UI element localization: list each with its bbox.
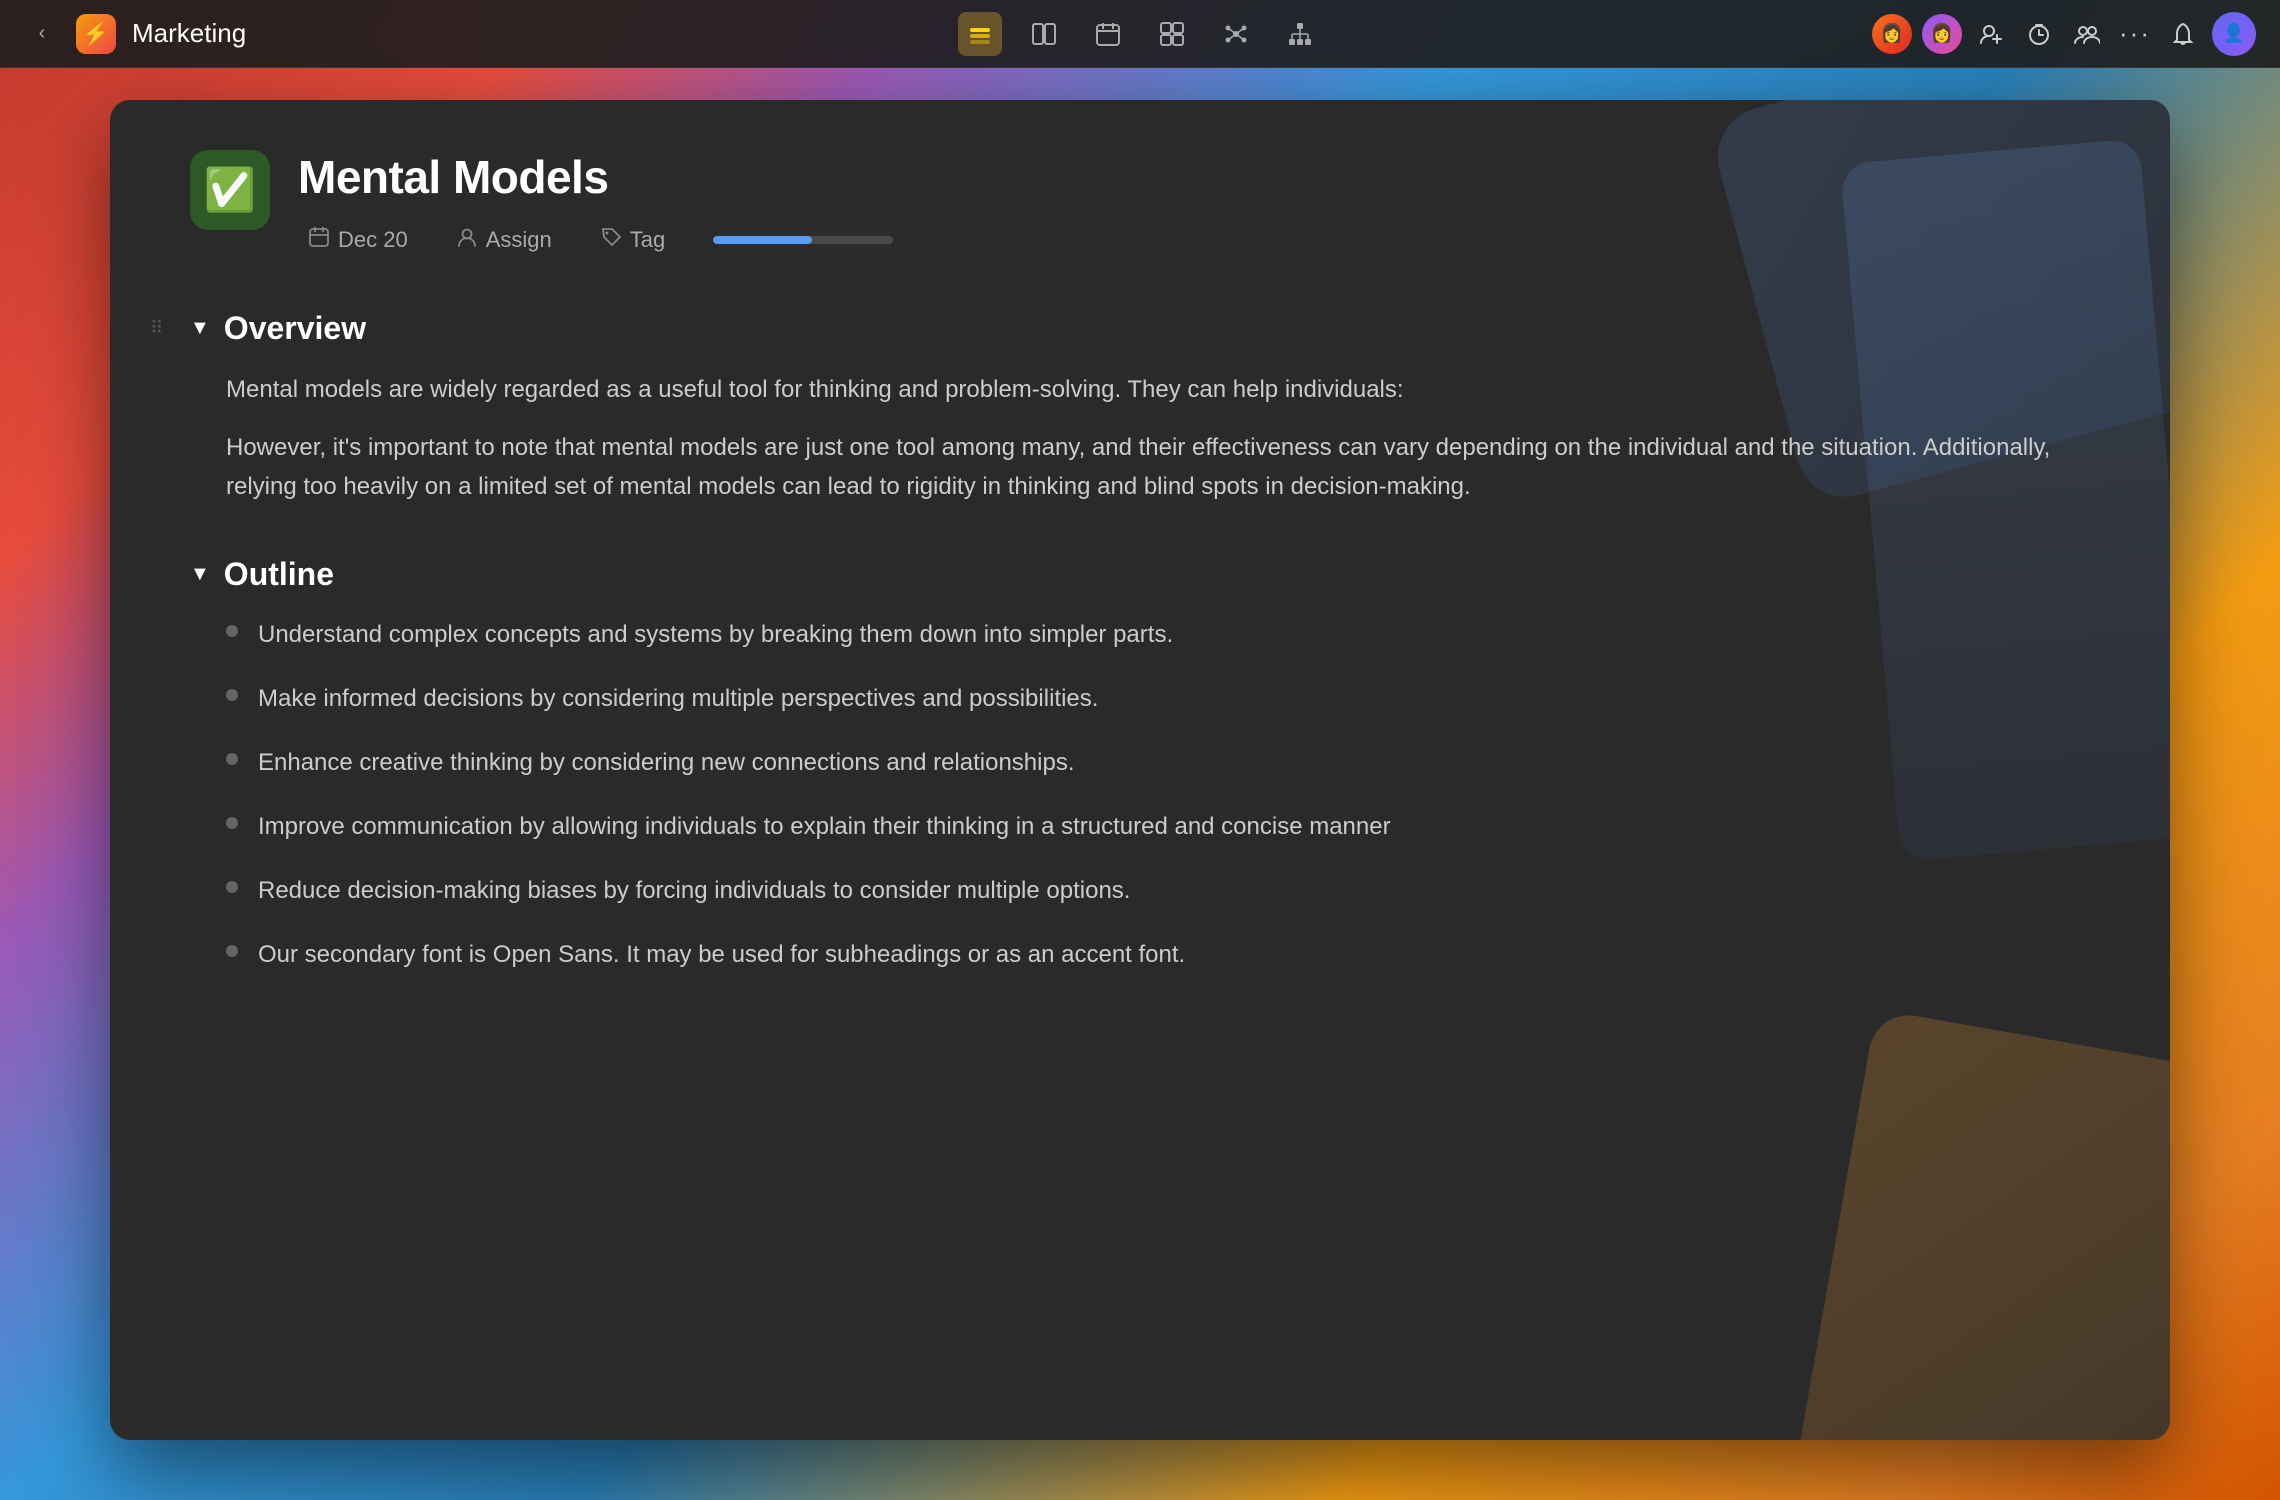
document-meta: Dec 20 Assign: [298, 220, 2090, 260]
more-options-icon[interactable]: ···: [2116, 15, 2154, 53]
titlebar-right: 👩 👩 ···: [1322, 12, 2256, 56]
assign-meta[interactable]: Assign: [446, 220, 562, 260]
outline-body: Understand complex concepts and systems …: [190, 617, 2090, 973]
document-info: Mental Models Dec 20: [298, 150, 2090, 260]
list-item: Our secondary font is Open Sans. It may …: [226, 937, 2090, 973]
overview-paragraph-2: However, it's important to note that men…: [226, 429, 2090, 506]
calendar-toolbar-icon[interactable]: [1086, 12, 1130, 56]
list-item: Understand complex concepts and systems …: [226, 617, 2090, 653]
members-icon[interactable]: [2068, 15, 2106, 53]
bullet-icon: [226, 945, 238, 957]
titlebar: ‹ ⚡ Marketing: [0, 0, 2280, 68]
list-item: Make informed decisions by considering m…: [226, 681, 2090, 717]
list-item: Improve communication by allowing indivi…: [226, 809, 2090, 845]
document-header: ✅ Mental Models Dec 20: [190, 150, 2090, 260]
back-button[interactable]: ‹: [24, 16, 60, 52]
grid-toolbar-icon[interactable]: [1150, 12, 1194, 56]
calendar-meta-icon: [308, 226, 330, 254]
avatar-2[interactable]: 👩: [1922, 14, 1962, 54]
app-title: Marketing: [132, 18, 246, 49]
collapse-outline-arrow[interactable]: ▼: [190, 563, 210, 586]
date-label: Dec 20: [338, 227, 408, 253]
progress-meta[interactable]: [703, 230, 903, 250]
bullet-icon: [226, 625, 238, 637]
overview-section: ⠿ ▼ Overview Mental models are widely re…: [190, 310, 2090, 506]
bullet-icon: [226, 753, 238, 765]
timer-icon[interactable]: [2020, 15, 2058, 53]
date-meta[interactable]: Dec 20: [298, 220, 418, 260]
tag-label: Tag: [630, 227, 665, 253]
notification-icon[interactable]: [2164, 15, 2202, 53]
hierarchy-toolbar-icon[interactable]: [1278, 12, 1322, 56]
split-view-toolbar-icon[interactable]: [1022, 12, 1066, 56]
list-item: Enhance creative thinking by considering…: [226, 745, 2090, 781]
person-icon: [456, 226, 478, 254]
overview-body: Mental models are widely regarded as a u…: [190, 371, 2090, 506]
bullet-icon: [226, 689, 238, 701]
avatar-1[interactable]: 👩: [1872, 14, 1912, 54]
tag-icon: [600, 226, 622, 254]
outline-title: Outline: [224, 556, 334, 593]
overview-title: Overview: [224, 310, 366, 347]
overview-header: ⠿ ▼ Overview: [190, 310, 2090, 347]
assign-label: Assign: [486, 227, 552, 253]
tag-meta[interactable]: Tag: [590, 220, 675, 260]
progress-bar: [713, 236, 893, 244]
bullet-icon: [226, 881, 238, 893]
titlebar-center: [958, 12, 1322, 56]
list-item: Reduce decision-making biases by forcing…: [226, 873, 2090, 909]
drag-handle-overview[interactable]: ⠿: [150, 318, 163, 339]
document-icon: ✅: [190, 150, 270, 230]
network-toolbar-icon[interactable]: [1214, 12, 1258, 56]
user-avatar[interactable]: 👤: [2212, 12, 2256, 56]
outline-list: Understand complex concepts and systems …: [226, 617, 2090, 973]
titlebar-left: ‹ ⚡ Marketing: [24, 14, 958, 54]
collapse-overview-arrow[interactable]: ▼: [190, 317, 210, 340]
outline-section: ▼ Outline Understand complex concepts an…: [190, 556, 2090, 973]
main-window: ✅ Mental Models Dec 20: [110, 100, 2170, 1440]
document-title: Mental Models: [298, 150, 2090, 204]
layers-toolbar-icon[interactable]: [958, 12, 1002, 56]
add-member-button[interactable]: [1972, 15, 2010, 53]
outline-header: ▼ Outline: [190, 556, 2090, 593]
progress-fill: [713, 236, 812, 244]
bullet-icon: [226, 817, 238, 829]
app-icon: ⚡: [76, 14, 116, 54]
window-content: ✅ Mental Models Dec 20: [110, 100, 2170, 1440]
overview-paragraph-1: Mental models are widely regarded as a u…: [226, 371, 2090, 409]
